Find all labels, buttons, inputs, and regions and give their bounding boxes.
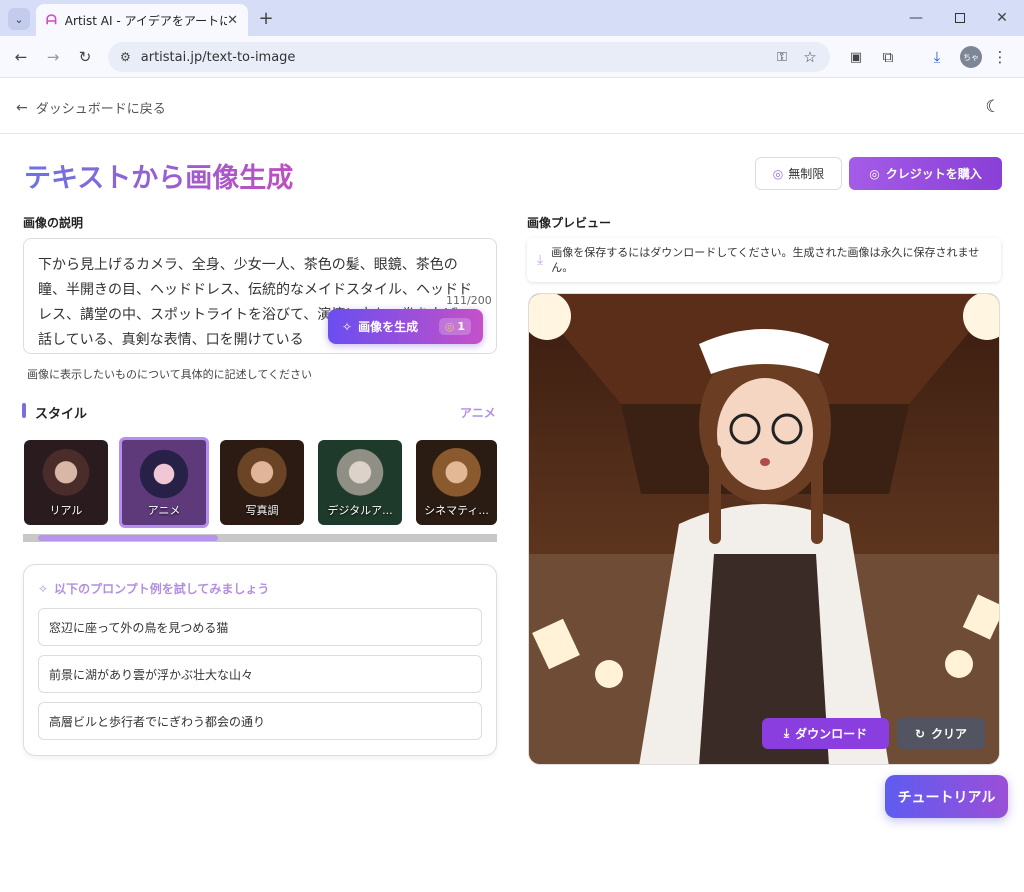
address-bar[interactable]: ⚙ artistai.jp/text-to-image — [108, 42, 830, 72]
back-label: ダッシュボードに戻る — [35, 102, 166, 117]
bookmark-star-icon[interactable]: ☆ — [800, 47, 820, 67]
prompt-example-item[interactable]: 高層ビルと歩行者でにぎわう都会の通り — [38, 702, 482, 740]
reload-icon[interactable]: ↻ — [74, 47, 96, 67]
download-label: ダウンロード — [795, 727, 868, 741]
forward-arrow-icon[interactable]: → — [42, 47, 64, 67]
tab-title: Artist AI - アイデアをアートに変換 — [64, 13, 228, 28]
prompt-example-item[interactable]: 前景に湖があり雲が浮かぶ壮大な山々 — [38, 655, 482, 693]
prompt-heading-text: 以下のプロンプト例を試してみましょう — [54, 582, 270, 596]
style-option-cinematic[interactable]: シネマティ... — [416, 440, 497, 525]
save-notice-text: 画像を保存するにはダウンロードしてください。生成された画像は永久に保存されません… — [551, 246, 980, 274]
coins-icon: ◎ — [772, 166, 784, 181]
download-notice-icon: ⤓ — [537, 251, 544, 268]
credit-cost-badge: ◎ 1 — [438, 318, 471, 335]
style-option-anime[interactable]: アニメ — [119, 437, 209, 528]
style-option-photographic[interactable]: 写真調 — [220, 440, 304, 525]
style-option-label: アニメ — [147, 504, 181, 517]
preview-label: 画像プレビュー — [527, 216, 612, 230]
generate-label: 画像を生成 — [358, 320, 419, 334]
close-tab-icon[interactable]: ✕ — [227, 13, 238, 28]
char-counter: 111/200 — [446, 294, 492, 307]
clear-label: クリア — [931, 727, 968, 741]
maximize-icon[interactable] — [950, 8, 970, 28]
artist-ai-logo-icon: ᗩ — [46, 12, 57, 28]
style-option-label: リアル — [49, 504, 83, 517]
download-icon: ⤓ — [783, 726, 790, 740]
unlimited-label: 無制限 — [788, 167, 825, 181]
save-notice: ⤓ 画像を保存するにはダウンロードしてください。生成された画像は永久に保存されま… — [527, 238, 1001, 282]
minimize-icon[interactable]: — — [906, 8, 926, 28]
site-settings-icon[interactable]: ⚙ — [120, 50, 131, 64]
generated-image-art — [529, 294, 999, 764]
download-icon[interactable]: ⤓ — [926, 47, 948, 67]
generated-image — [528, 293, 1000, 765]
style-option-label: シネマティ... — [424, 504, 489, 517]
style-option-digital-art[interactable]: デジタルア... — [318, 440, 402, 525]
style-label: スタイル — [35, 407, 88, 422]
url-text[interactable]: artistai.jp/text-to-image — [141, 50, 296, 65]
refresh-icon: ↻ — [914, 726, 926, 741]
credit-cost-value: 1 — [457, 320, 465, 333]
clear-button[interactable]: ↻ クリア — [897, 718, 985, 749]
close-window-icon[interactable]: ✕ — [992, 8, 1012, 28]
style-scrollbar-thumb[interactable] — [38, 535, 218, 541]
extensions-puzzle-icon[interactable]: ⧉ — [878, 47, 898, 67]
profile-avatar[interactable]: ちゃ — [960, 46, 982, 68]
prompt-example-item[interactable]: 窓辺に座って外の鳥を見つめる猫 — [38, 608, 482, 646]
arrow-left-icon: ← — [16, 99, 28, 116]
sparkle-icon: ✧ — [342, 319, 353, 334]
buy-credits-button[interactable]: ◎ クレジットを購入 — [849, 157, 1002, 190]
download-button[interactable]: ⤓ ダウンロード — [762, 718, 889, 749]
new-tab-icon[interactable]: + — [256, 8, 276, 29]
coins-icon: ◎ — [444, 320, 455, 333]
unlimited-button[interactable]: ◎ 無制限 — [755, 157, 842, 190]
dark-mode-moon-icon[interactable]: ☾ — [982, 96, 1004, 118]
style-accent-bar — [22, 403, 26, 418]
style-option-label: デジタルア... — [327, 504, 393, 517]
browser-tab[interactable]: ᗩ Artist AI - アイデアをアートに変換 ✕ — [36, 4, 248, 36]
generate-image-button[interactable]: ✧ 画像を生成 ◎ 1 — [328, 309, 483, 344]
sparkle-icon: ✧ — [38, 581, 49, 596]
tutorial-button[interactable]: チュートリアル — [885, 775, 1008, 818]
prompt-examples-heading: ✧ 以下のプロンプト例を試してみましょう — [38, 580, 269, 597]
password-key-icon[interactable]: ⚿ — [772, 47, 792, 67]
description-hint: 画像に表示したいものについて具体的に記述してください — [27, 368, 313, 381]
selected-style-label: アニメ — [460, 406, 496, 420]
style-option-label: 写真調 — [245, 504, 279, 517]
back-to-dashboard-link[interactable]: ← ダッシュボードに戻る — [16, 98, 166, 118]
description-label: 画像の説明 — [23, 216, 84, 230]
tab-search-icon[interactable]: ⌄ — [8, 8, 30, 30]
coins-icon: ◎ — [869, 166, 880, 181]
back-arrow-icon[interactable]: ← — [10, 47, 32, 67]
page-title: テキストから画像生成 — [24, 156, 293, 195]
extension-save-icon[interactable]: ▣ — [846, 47, 866, 67]
browser-menu-icon[interactable]: ⋮ — [992, 47, 1008, 67]
style-option-real[interactable]: リアル — [24, 440, 108, 525]
buy-credits-label: クレジットを購入 — [885, 167, 982, 181]
